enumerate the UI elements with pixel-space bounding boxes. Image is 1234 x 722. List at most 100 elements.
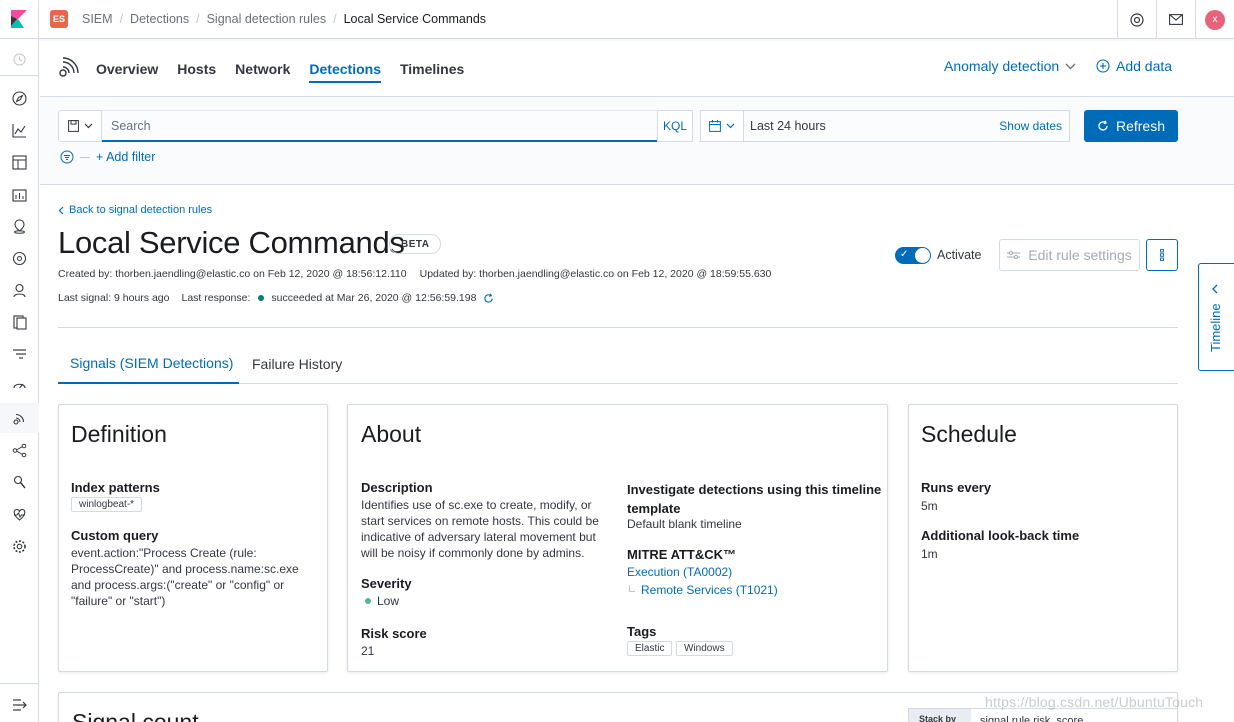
add-data-label: Add data xyxy=(1116,58,1173,74)
visualize-icon[interactable] xyxy=(12,123,27,138)
lookback-label: Additional look-back time xyxy=(921,528,1080,543)
breadcrumb-siem[interactable]: SIEM xyxy=(82,12,113,26)
breadcrumb-detections[interactable]: Detections xyxy=(130,12,189,26)
siem-app-icon xyxy=(59,57,79,77)
timeline-template-value: Default blank timeline xyxy=(627,517,742,531)
schedule-panel: Schedule Runs every 5m Additional look-b… xyxy=(908,404,1178,672)
monitoring-icon[interactable] xyxy=(12,507,27,522)
activate-toggle[interactable]: ✓ xyxy=(895,247,931,264)
dashboard-icon[interactable] xyxy=(12,155,27,170)
activate-label: Activate xyxy=(937,248,982,262)
kibana-logo-button[interactable] xyxy=(0,0,39,39)
beta-badge: BETA xyxy=(389,234,442,254)
maps-icon[interactable] xyxy=(12,219,27,234)
tab-overview[interactable]: Overview xyxy=(96,40,158,97)
rule-created-updated: Created by: thorben.jaendling@elastic.co… xyxy=(58,268,771,280)
newsfeed-button[interactable] xyxy=(1156,0,1195,39)
dev-tools-icon[interactable] xyxy=(12,475,27,490)
discover-icon[interactable] xyxy=(12,91,27,106)
help-button[interactable] xyxy=(1117,0,1156,39)
timeline-template-label: Investigate detections using this timeli… xyxy=(627,480,881,518)
help-icon xyxy=(1130,12,1144,27)
edit-rule-label: Edit rule settings xyxy=(1028,247,1132,263)
machine-learning-icon[interactable] xyxy=(12,251,27,266)
definition-panel: Definition Index patterns winlogbeat-* C… xyxy=(58,404,328,672)
toggle-knob xyxy=(915,248,930,263)
recently-viewed-icon[interactable] xyxy=(12,52,27,67)
calendar-icon xyxy=(709,120,721,132)
mail-icon xyxy=(1169,14,1183,25)
query-bar: KQL Last 24 hours Show dates Refresh + A… xyxy=(40,97,1234,185)
chevron-down-icon xyxy=(726,123,735,129)
section-divider xyxy=(58,327,1178,328)
mitre-tactic-link[interactable]: Execution (TA0002) xyxy=(627,565,732,579)
description-line: Identifies use of sc.exe to create, modi… xyxy=(361,498,592,512)
collapse-nav-icon[interactable] xyxy=(12,697,27,712)
logs-icon[interactable] xyxy=(12,315,27,330)
nav-divider xyxy=(0,683,39,684)
query-line: event.action:"Process Create (rule: xyxy=(71,546,257,560)
more-actions-button[interactable] xyxy=(1146,239,1178,271)
refresh-icon xyxy=(1098,120,1108,131)
mitre-label: MITRE ATT&CK™ xyxy=(627,547,737,562)
refresh-button[interactable]: Refresh xyxy=(1084,110,1178,142)
back-link-label: Back to signal detection rules xyxy=(69,204,213,216)
query-line: "failure" or "start") xyxy=(71,594,166,608)
siem-icon[interactable] xyxy=(12,411,27,426)
back-to-rules-link[interactable]: Back to signal detection rules xyxy=(58,204,212,216)
graph-icon[interactable] xyxy=(12,443,27,458)
show-dates-link[interactable]: Show dates xyxy=(999,119,1062,133)
timeline-flyout-button[interactable]: Timeline xyxy=(1198,263,1234,371)
date-range-field[interactable]: Last 24 hours Show dates xyxy=(743,110,1070,142)
siem-app-nav: Overview Hosts Network Detections Timeli… xyxy=(40,40,1234,97)
uptime-icon[interactable] xyxy=(12,379,27,394)
filter-row: + Add filter xyxy=(60,150,155,164)
last-response-value: succeeded at Mar 26, 2020 @ 12:56:59.198 xyxy=(271,292,477,304)
user-menu-button[interactable]: x xyxy=(1195,0,1234,39)
status-dot xyxy=(258,295,265,301)
boxes-vertical-icon xyxy=(1160,249,1164,261)
filter-divider xyxy=(80,156,90,158)
runs-every-label: Runs every xyxy=(921,480,992,495)
space-avatar[interactable]: ES xyxy=(50,10,68,28)
add-filter-button[interactable]: + Add filter xyxy=(96,150,155,164)
search-input[interactable] xyxy=(102,111,658,140)
watermark: https://blog.csdn.net/UbuntuTouch xyxy=(985,694,1204,710)
description-text: Identifies use of sc.exe to create, modi… xyxy=(361,497,599,561)
filter-options-icon[interactable] xyxy=(60,150,74,164)
top-header: ES SIEM / Detections / Signal detection … xyxy=(0,0,1234,39)
risk-score-value: 21 xyxy=(361,644,375,658)
about-panel: About Description Identifies use of sc.e… xyxy=(347,404,888,672)
tab-timelines[interactable]: Timelines xyxy=(400,40,464,97)
about-title: About xyxy=(361,421,422,447)
stack-by-select[interactable]: Stack by signal.rule.risk_score xyxy=(908,708,1178,722)
tag-badge: Windows xyxy=(676,641,733,656)
kql-button[interactable]: KQL xyxy=(657,110,693,142)
breadcrumb-separator: / xyxy=(196,12,200,26)
tab-detections[interactable]: Detections xyxy=(309,40,381,97)
query-line: and process.args:("create" or "config" o… xyxy=(71,578,285,592)
refresh-status-icon[interactable] xyxy=(483,293,494,304)
saved-query-button[interactable] xyxy=(58,110,102,142)
mitre-technique-link[interactable]: Remote Services (T1021) xyxy=(641,583,778,597)
add-data-button[interactable]: Add data xyxy=(1096,58,1172,74)
edit-rule-settings-button[interactable]: Edit rule settings xyxy=(999,239,1140,271)
infrastructure-icon[interactable] xyxy=(12,283,27,298)
rule-status-row: Last signal: 9 hours ago Last response: … xyxy=(58,292,494,304)
apm-icon[interactable] xyxy=(12,347,27,362)
tab-signals[interactable]: Signals (SIEM Detections) xyxy=(58,344,239,384)
anomaly-detection-button[interactable]: Anomaly detection xyxy=(944,58,1076,74)
rule-subtabs: Signals (SIEM Detections) Failure Histor… xyxy=(58,344,1178,384)
quick-date-button[interactable] xyxy=(700,110,744,142)
anomaly-detection-label: Anomaly detection xyxy=(944,58,1060,74)
breadcrumb-signal-rules[interactable]: Signal detection rules xyxy=(207,12,327,26)
tab-network[interactable]: Network xyxy=(235,40,290,97)
check-icon: ✓ xyxy=(900,249,909,260)
canvas-icon[interactable] xyxy=(12,187,27,202)
tag-badge: Elastic xyxy=(627,641,673,656)
save-icon xyxy=(67,120,79,132)
tab-failure-history[interactable]: Failure History xyxy=(252,344,342,384)
severity-value: Low xyxy=(377,594,400,608)
management-gear-icon[interactable] xyxy=(12,539,27,554)
tab-hosts[interactable]: Hosts xyxy=(177,40,216,97)
